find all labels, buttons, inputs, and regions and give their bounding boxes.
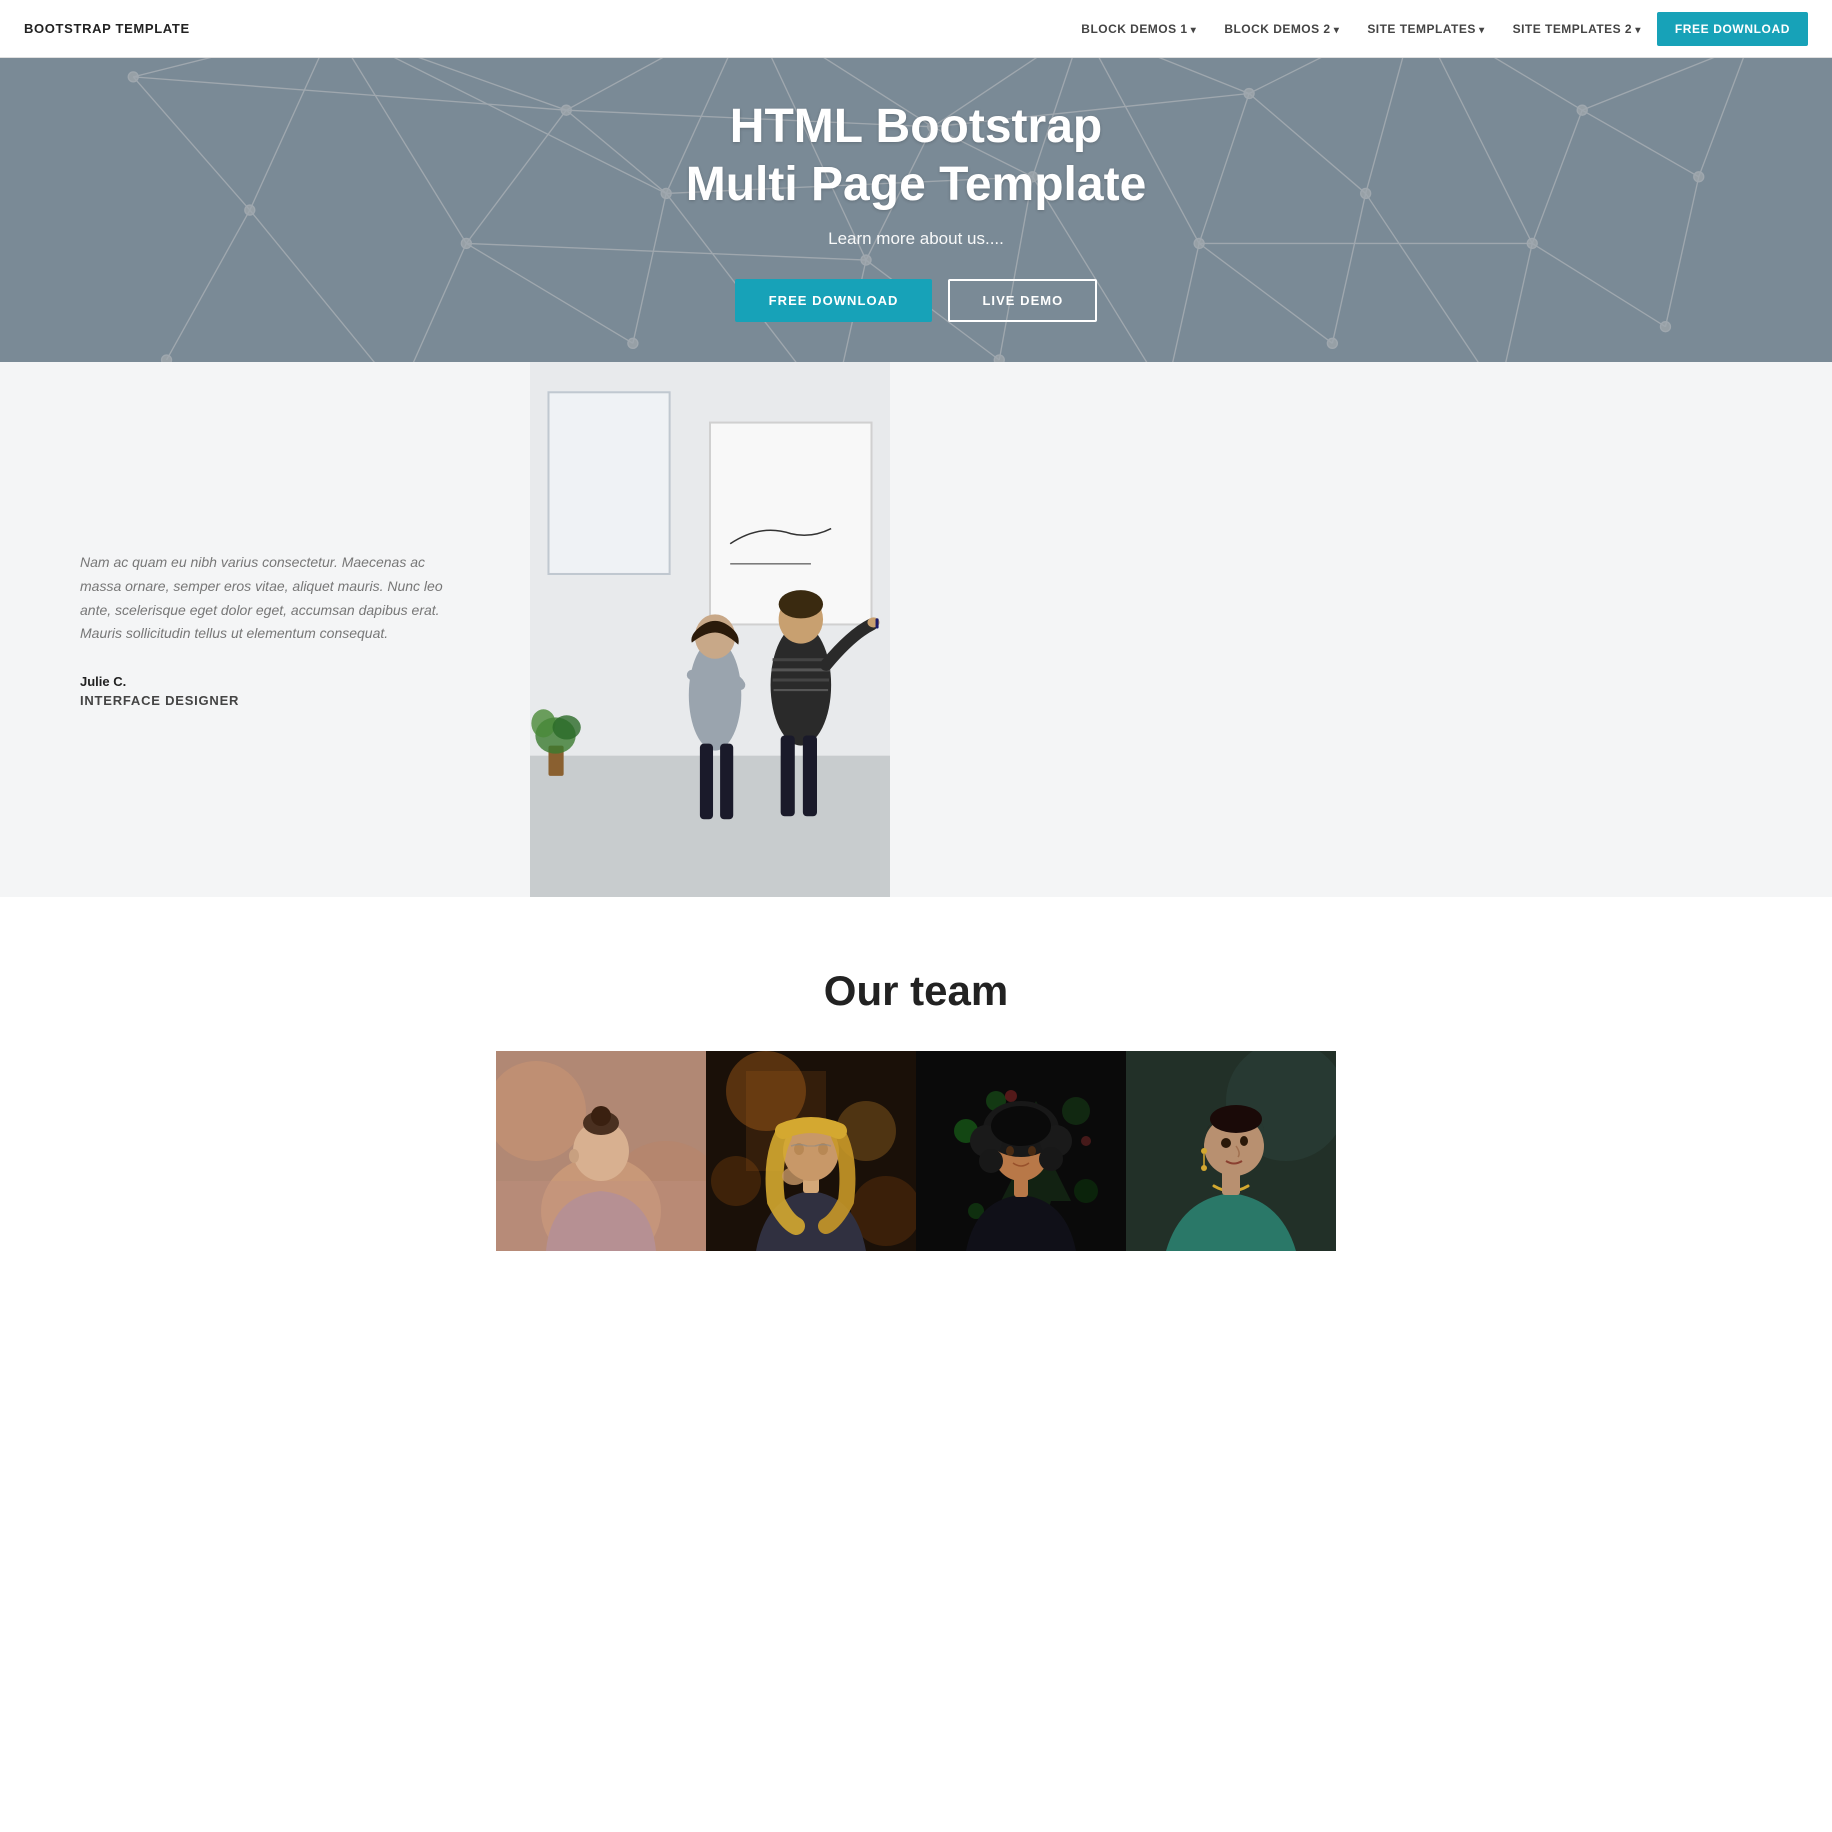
feature-quote: Nam ac quam eu nibh varius consectetur. …: [80, 551, 470, 646]
feature-person-name: Julie C.: [80, 674, 470, 689]
hero-content: HTML Bootstrap Multi Page Template Learn…: [666, 58, 1167, 362]
team-section: Our team: [0, 897, 1832, 1296]
team-photo-3: [916, 1051, 1126, 1251]
navbar: BOOTSTRAP TEMPLATE BLOCK DEMOS 1 BLOCK D…: [0, 0, 1832, 58]
feature-text-panel: Nam ac quam eu nibh varius consectetur. …: [0, 362, 530, 897]
hero-free-download-button[interactable]: FREE DOWNLOAD: [735, 279, 933, 322]
feature-office-illustration: [530, 362, 890, 897]
team-card-4: [1126, 1051, 1336, 1256]
nav-site-templates[interactable]: SITE TEMPLATES: [1355, 14, 1496, 44]
hero-subtitle: Learn more about us....: [686, 229, 1147, 249]
team-photo-4: [1126, 1051, 1336, 1251]
team-grid: [466, 1051, 1366, 1256]
navbar-brand: BOOTSTRAP TEMPLATE: [24, 21, 190, 36]
team-photo-2: [706, 1051, 916, 1251]
team-section-title: Our team: [20, 967, 1812, 1015]
nav-block-demos-2[interactable]: BLOCK DEMOS 2: [1212, 14, 1351, 44]
hero-section: HTML Bootstrap Multi Page Template Learn…: [0, 58, 1832, 362]
feature-image-panel: [530, 362, 890, 897]
team-card-2: [706, 1051, 916, 1256]
team-card-1: [496, 1051, 706, 1256]
nav-site-templates-2[interactable]: SITE TEMPLATES 2: [1501, 14, 1653, 44]
nav-block-demos-1[interactable]: BLOCK DEMOS 1: [1069, 14, 1208, 44]
hero-live-demo-button[interactable]: LIVE DEMO: [948, 279, 1097, 322]
navbar-free-download-button[interactable]: FREE DOWNLOAD: [1657, 12, 1808, 46]
hero-title: HTML Bootstrap Multi Page Template: [686, 98, 1147, 213]
feature-section: Nam ac quam eu nibh varius consectetur. …: [0, 362, 1832, 897]
team-photo-1: [496, 1051, 706, 1251]
team-card-3: [916, 1051, 1126, 1256]
hero-buttons: FREE DOWNLOAD LIVE DEMO: [686, 279, 1147, 322]
feature-person-role: INTERFACE DESIGNER: [80, 693, 470, 708]
navbar-links: BLOCK DEMOS 1 BLOCK DEMOS 2 SITE TEMPLAT…: [1069, 12, 1808, 46]
